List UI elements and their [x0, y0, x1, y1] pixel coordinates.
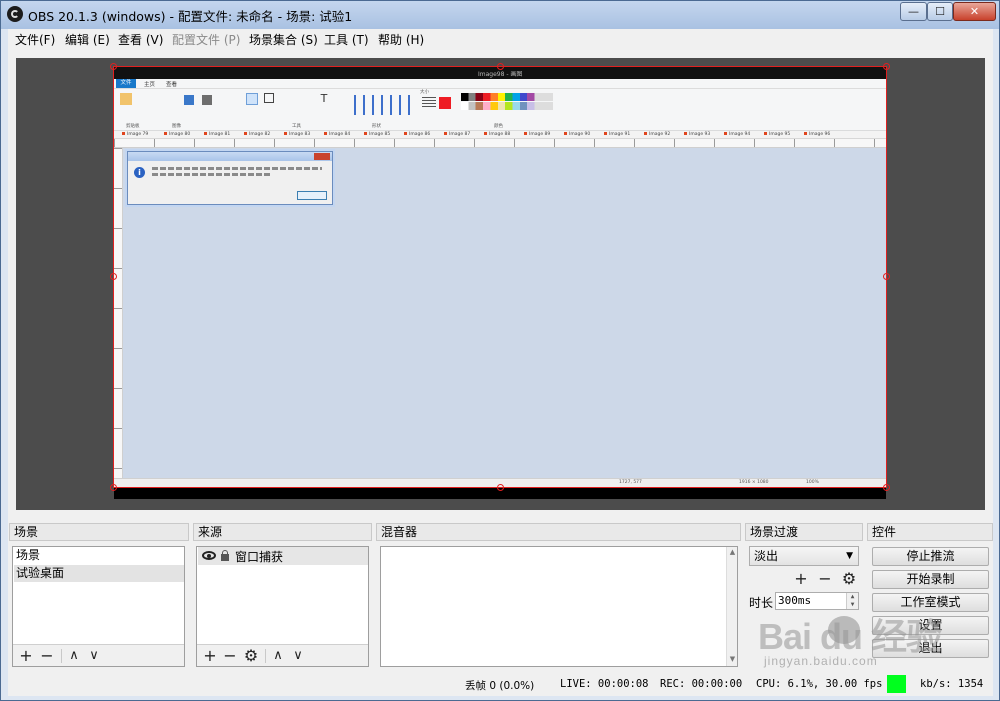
resize-handle-top-right[interactable]	[883, 63, 890, 70]
scenes-dock-title: 场景	[9, 523, 189, 541]
dropped-frames-status: 丢帧 0 (0.0%)	[465, 680, 535, 692]
scroll-up-icon[interactable]: ▲	[728, 548, 737, 557]
obs-logo-icon	[7, 6, 23, 22]
menu-tools[interactable]: 工具 (T)	[324, 31, 369, 48]
mixer-scrollbar[interactable]: ▲ ▼	[726, 547, 737, 666]
menu-bar: 文件(F) 编辑 (E) 查看 (V) 配置文件 (P) 场景集合 (S) 工具…	[8, 29, 993, 49]
bitrate-status: kb/s: 1354	[920, 678, 984, 690]
resize-handle-bottom[interactable]	[497, 484, 504, 491]
maximize-button[interactable]: ☐	[927, 2, 953, 21]
menu-file[interactable]: 文件(F)	[15, 31, 55, 48]
source-item-label: 窗口捕获	[235, 550, 284, 564]
dropdown-arrow-icon: ▼	[846, 551, 853, 561]
scenes-toolbar: + − ∧ ∨	[13, 644, 184, 666]
controls-dock-title: 控件	[867, 523, 993, 541]
resize-handle-top[interactable]	[497, 63, 504, 70]
move-source-up-button[interactable]: ∧	[268, 646, 288, 666]
scenes-list[interactable]: 场景 试验桌面 + − ∧ ∨	[12, 546, 185, 667]
menu-profile[interactable]: 配置文件 (P)	[172, 31, 240, 48]
live-timer: LIVE: 00:00:08	[560, 678, 649, 690]
transition-select[interactable]: 淡出 ▼	[749, 546, 859, 566]
source-item[interactable]: 窗口捕获	[198, 547, 368, 565]
spin-arrows-icon[interactable]: ▲ ▼	[846, 593, 858, 609]
menu-help[interactable]: 帮助 (H)	[378, 31, 424, 48]
rec-timer: REC: 00:00:00	[660, 678, 743, 690]
window-title: OBS 20.1.3 (windows) - 配置文件: 未命名 - 场景: 试…	[28, 9, 353, 24]
lock-icon[interactable]	[221, 550, 229, 561]
obs-main-window: OBS 20.1.3 (windows) - 配置文件: 未命名 - 场景: 试…	[0, 0, 1000, 701]
move-scene-down-button[interactable]: ∨	[84, 646, 104, 666]
move-scene-up-button[interactable]: ∧	[64, 646, 84, 666]
toolbar-divider	[265, 649, 266, 663]
menu-edit[interactable]: 编辑 (E)	[65, 31, 110, 48]
transition-select-value: 淡出	[754, 549, 779, 563]
remove-source-button[interactable]: −	[220, 646, 240, 666]
visibility-eye-icon[interactable]	[202, 551, 216, 560]
scroll-down-icon[interactable]: ▼	[728, 655, 737, 664]
scene-item[interactable]: 场景	[14, 547, 184, 564]
resize-handle-bottom-right[interactable]	[883, 484, 890, 491]
start-recording-button[interactable]: 开始录制	[872, 570, 989, 589]
mixer-panel	[380, 546, 738, 667]
title-bar: OBS 20.1.3 (windows) - 配置文件: 未命名 - 场景: 试…	[1, 1, 999, 27]
watermark-url: jingyan.baidu.com	[764, 654, 878, 668]
menu-view[interactable]: 查看 (V)	[118, 31, 163, 48]
toolbar-divider	[61, 649, 62, 663]
sources-toolbar: + − ⚙ ∧ ∨	[197, 644, 368, 666]
resize-handle-left[interactable]	[110, 273, 117, 280]
cpu-fps-status: CPU: 6.1%, 30.00 fps	[756, 678, 883, 690]
source-selection-box[interactable]	[113, 66, 887, 488]
menu-scene-collection[interactable]: 场景集合 (S)	[249, 31, 318, 48]
watermark-text: Bai du 经验	[758, 616, 942, 657]
add-transition-button[interactable]: +	[791, 569, 811, 589]
close-button[interactable]: ✕	[953, 2, 996, 21]
move-source-down-button[interactable]: ∨	[288, 646, 308, 666]
duration-value: 300ms	[778, 594, 812, 607]
add-scene-button[interactable]: +	[16, 646, 36, 666]
sources-dock-title: 来源	[193, 523, 372, 541]
source-properties-gear-icon[interactable]: ⚙	[241, 646, 261, 666]
add-source-button[interactable]: +	[200, 646, 220, 666]
minimize-button[interactable]: —	[900, 2, 927, 21]
resize-handle-bottom-left[interactable]	[110, 484, 117, 491]
scene-item-selected[interactable]: 试验桌面	[14, 565, 184, 582]
remove-transition-button[interactable]: −	[815, 569, 835, 589]
transitions-dock-title: 场景过渡	[745, 523, 863, 541]
mixer-dock-title: 混音器	[376, 523, 741, 541]
baidu-watermark: Bai du 经验 jingyan.baidu.com	[758, 608, 958, 674]
resize-handle-right[interactable]	[883, 273, 890, 280]
stop-streaming-button[interactable]: 停止推流	[872, 547, 989, 566]
remove-scene-button[interactable]: −	[37, 646, 57, 666]
resize-handle-top-left[interactable]	[110, 63, 117, 70]
transition-properties-gear-icon[interactable]: ⚙	[839, 569, 859, 589]
connection-health-indicator	[887, 675, 906, 693]
